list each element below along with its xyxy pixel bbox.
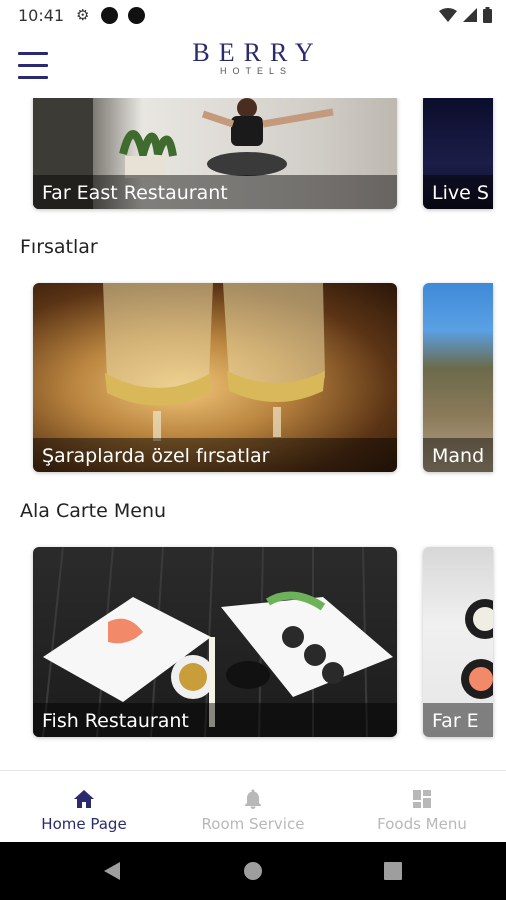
- card-live-show[interactable]: Live S: [423, 98, 493, 209]
- home-circle-icon[interactable]: [243, 861, 263, 881]
- card-far-east[interactable]: Far E: [423, 547, 493, 737]
- status-indicators: [439, 7, 492, 23]
- card-label: Live S: [432, 182, 489, 204]
- section-title-ala-carte-menu: Ala Carte Menu: [20, 500, 167, 522]
- nav-home[interactable]: Home Page: [0, 771, 168, 843]
- settings-icon: ⚙: [76, 6, 90, 24]
- notification-dot-icon: [128, 7, 145, 24]
- back-icon[interactable]: [102, 861, 122, 881]
- status-bar: 10:41 ⚙: [0, 0, 506, 32]
- system-nav-bar: [0, 842, 506, 900]
- status-time: 10:41: [18, 6, 65, 25]
- section-title-firsatlar: Fırsatlar: [20, 236, 98, 258]
- card-label: Far East Restaurant: [42, 182, 228, 204]
- card-label: Mand: [432, 445, 485, 467]
- battery-icon: [483, 7, 492, 23]
- nav-foods-menu-label: Foods Menu: [377, 815, 467, 833]
- nav-home-label: Home Page: [41, 815, 127, 833]
- content-scroll[interactable]: Far East Restaurant Live S Fırsatlar Şar…: [0, 98, 506, 770]
- bottom-nav: Home Page Room Service Foods Menu: [0, 770, 506, 843]
- wifi-icon: [439, 8, 457, 22]
- notification-dot-icon: [101, 7, 118, 24]
- brand-name: BERRY: [192, 38, 323, 67]
- signal-icon: [463, 8, 477, 22]
- card-label: Far E: [432, 710, 479, 732]
- grid-icon: [413, 790, 431, 808]
- brand-logo: BERRY HOTELS: [0, 38, 506, 76]
- card-wine-offers[interactable]: Şaraplarda özel fırsatlar: [33, 283, 397, 472]
- home-icon: [74, 790, 94, 808]
- card-label: Şaraplarda özel fırsatlar: [42, 445, 270, 467]
- bell-icon: [245, 789, 261, 809]
- card-label: Fish Restaurant: [42, 710, 189, 732]
- card-mand[interactable]: Mand: [423, 283, 493, 472]
- nav-room-service[interactable]: Room Service: [169, 771, 337, 843]
- card-far-east-restaurant[interactable]: Far East Restaurant: [33, 98, 397, 209]
- nav-foods-menu[interactable]: Foods Menu: [338, 771, 506, 843]
- nav-room-service-label: Room Service: [201, 815, 305, 833]
- app-header: BERRY HOTELS: [0, 32, 506, 98]
- recents-icon[interactable]: [384, 862, 402, 880]
- card-fish-restaurant[interactable]: Fish Restaurant: [33, 547, 397, 737]
- brand-subtitle: HOTELS: [219, 66, 292, 76]
